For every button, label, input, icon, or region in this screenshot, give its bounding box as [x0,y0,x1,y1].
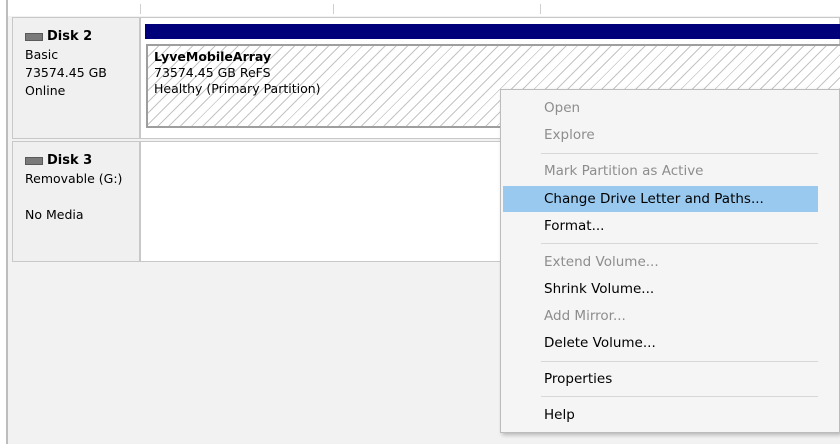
partition-size-fs: 73574.45 GB ReFS [154,65,271,80]
disk-type: Removable (G:) [25,171,123,186]
column-divider [540,4,541,14]
menu-item-help[interactable]: Help [503,402,818,428]
menu-item-change-drive-letter[interactable]: Change Drive Letter and Paths... [503,186,818,212]
menu-separator [541,153,818,154]
disk-2-label[interactable]: Disk 2 Basic 73574.45 GB Online [12,17,140,139]
disk-title: Disk 3 [47,153,93,168]
menu-item-mark-partition-active[interactable]: Mark Partition as Active [503,158,818,184]
disk-status: Online [25,83,66,98]
menu-item-properties[interactable]: Properties [503,366,818,392]
menu-item-format[interactable]: Format... [503,213,818,239]
context-menu: Open Explore Mark Partition as Active Ch… [500,89,840,433]
disk-title: Disk 2 [47,29,93,44]
menu-item-extend-volume[interactable]: Extend Volume... [503,249,818,275]
menu-separator [541,396,818,397]
menu-item-delete-volume[interactable]: Delete Volume... [503,330,818,356]
disk-icon [25,157,43,165]
menu-item-explore[interactable]: Explore [503,122,818,148]
disk-size: 73574.45 GB [25,65,107,80]
partition-header-bar [145,24,840,39]
menu-separator [541,243,818,244]
menu-item-shrink-volume[interactable]: Shrink Volume... [503,276,818,302]
column-divider [140,4,141,14]
column-header-strip [8,0,840,17]
disk-3-label[interactable]: Disk 3 Removable (G:) No Media [12,141,140,262]
menu-item-add-mirror[interactable]: Add Mirror... [503,303,818,329]
partition-name: LyveMobileArray [154,49,272,64]
menu-separator [541,361,818,362]
column-divider [333,4,334,14]
menu-item-open[interactable]: Open [503,95,818,121]
disk-type: Basic [25,47,59,62]
disk-icon [25,33,43,41]
disk-media: No Media [25,207,84,222]
